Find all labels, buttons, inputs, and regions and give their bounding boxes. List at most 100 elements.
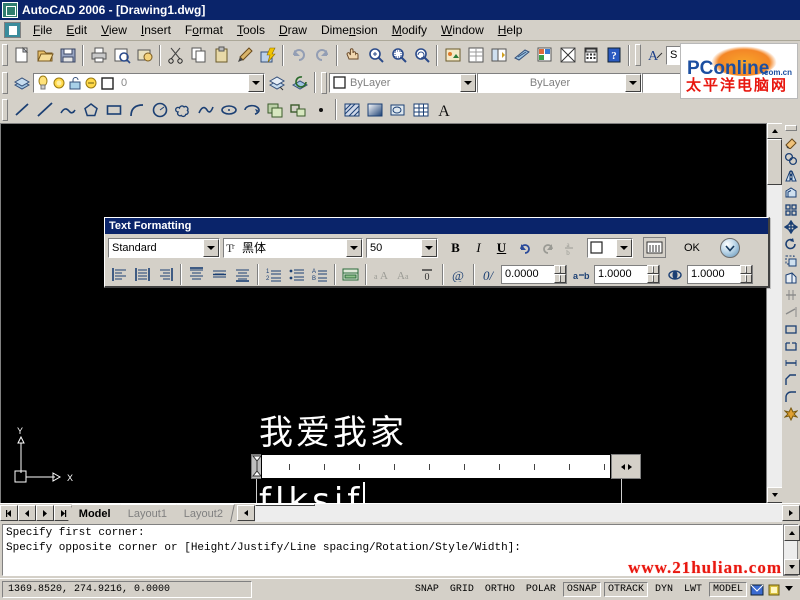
status-toggle-model[interactable]: MODEL	[708, 582, 747, 597]
options-chevron-icon[interactable]	[719, 237, 740, 258]
color-combo[interactable]: ByLayer	[329, 72, 477, 93]
save-icon[interactable]	[56, 44, 79, 66]
italic-button[interactable]: I	[467, 237, 490, 258]
copy-object-icon[interactable]	[783, 150, 800, 167]
properties-icon[interactable]	[464, 44, 487, 66]
ruler-tab-arrows-icon[interactable]	[611, 454, 641, 479]
region-icon[interactable]	[386, 99, 409, 121]
multiline-text-icon[interactable]: A	[432, 99, 455, 121]
document-system-icon[interactable]	[4, 22, 21, 38]
rectangle-icon[interactable]	[102, 99, 125, 121]
revision-cloud-icon[interactable]	[171, 99, 194, 121]
arc-icon[interactable]	[125, 99, 148, 121]
canvas-horizontal-scrollbar[interactable]	[237, 504, 800, 522]
toolbar-grip[interactable]	[2, 71, 8, 94]
text-style-icon[interactable]: A	[643, 44, 666, 66]
zoom-previous-icon[interactable]	[410, 44, 433, 66]
plot-preview-icon[interactable]	[110, 44, 133, 66]
status-toggle-osnap[interactable]: OSNAP	[562, 582, 601, 597]
font-dropdown-arrow[interactable]	[346, 238, 362, 257]
publish-icon[interactable]	[133, 44, 156, 66]
chamfer-icon[interactable]	[783, 371, 800, 388]
point-icon[interactable]	[309, 99, 332, 121]
scroll-right-button[interactable]	[782, 505, 800, 521]
text-style-dropdown-arrow[interactable]	[203, 238, 219, 257]
layer-combo-arrow[interactable]	[248, 73, 264, 92]
toolbar-grip[interactable]	[785, 125, 797, 131]
array-icon[interactable]	[783, 201, 800, 218]
menu-edit[interactable]: Edit	[59, 21, 94, 39]
scroll-down-button[interactable]	[767, 487, 783, 503]
zoom-window-icon[interactable]	[387, 44, 410, 66]
calculator-icon[interactable]	[579, 44, 602, 66]
stack-icon[interactable]: ab	[559, 237, 582, 258]
linetype-combo[interactable]: ByLayer	[477, 72, 642, 93]
first-tab-icon[interactable]	[0, 505, 18, 521]
prev-tab-icon[interactable]	[18, 505, 36, 521]
status-toggle-lwt[interactable]: LWT	[679, 582, 706, 597]
tab-layout1[interactable]: Layout1	[116, 504, 179, 522]
dcadd-icon[interactable]	[441, 44, 464, 66]
status-toggle-grid[interactable]: GRID	[445, 582, 478, 597]
bold-button[interactable]: B	[444, 237, 467, 258]
mirror-icon[interactable]	[783, 167, 800, 184]
hscroll-track[interactable]	[255, 504, 782, 522]
block-editor-icon[interactable]	[256, 44, 279, 66]
status-toggle-ortho[interactable]: ORTHO	[480, 582, 519, 597]
insert-block-icon[interactable]	[263, 99, 286, 121]
cut-icon[interactable]	[164, 44, 187, 66]
scale-icon[interactable]	[783, 252, 800, 269]
lettered-list-icon[interactable]: AB	[308, 264, 331, 285]
tray-expand-icon[interactable]	[784, 583, 794, 597]
command-scrollbar[interactable]	[783, 524, 800, 576]
break-icon[interactable]	[783, 337, 800, 354]
ellipse-arc-icon[interactable]	[240, 99, 263, 121]
hatch-icon[interactable]	[340, 99, 363, 121]
next-tab-icon[interactable]	[36, 505, 54, 521]
new-icon[interactable]	[10, 44, 33, 66]
status-toggle-polar[interactable]: POLAR	[521, 582, 560, 597]
width-factor-icon[interactable]	[664, 264, 687, 285]
stretch-icon[interactable]	[783, 269, 800, 286]
break-at-point-icon[interactable]	[783, 320, 800, 337]
copy-icon[interactable]	[187, 44, 210, 66]
layers-icon[interactable]	[10, 72, 33, 94]
menu-file[interactable]: File	[26, 21, 59, 39]
at-symbol-icon[interactable]: @	[447, 264, 470, 285]
menu-modify[interactable]: Modify	[385, 21, 434, 39]
bulleted-list-icon[interactable]	[285, 264, 308, 285]
ellipse-icon[interactable]	[217, 99, 240, 121]
status-toggle-snap[interactable]: SNAP	[410, 582, 443, 597]
menu-tools[interactable]: Tools	[230, 21, 272, 39]
oblique-angle-icon[interactable]: 0/	[478, 264, 501, 285]
gradient-icon[interactable]	[363, 99, 386, 121]
align-left-icon[interactable]	[185, 264, 208, 285]
oblique-spinner[interactable]	[554, 265, 566, 283]
tracking-field[interactable]: 1.0000	[594, 264, 660, 284]
sheetset-icon[interactable]	[533, 44, 556, 66]
table-icon[interactable]	[409, 99, 432, 121]
ok-button[interactable]: OK	[676, 240, 708, 256]
text-height-dropdown-arrow[interactable]	[421, 238, 437, 257]
layer-previous-icon[interactable]	[288, 72, 311, 94]
align-center-icon[interactable]	[208, 264, 231, 285]
ruler-indent-marker[interactable]	[251, 454, 262, 479]
menu-view[interactable]: View	[94, 21, 134, 39]
paste-icon[interactable]	[210, 44, 233, 66]
polygon-icon[interactable]	[79, 99, 102, 121]
uppercase-icon[interactable]: aA	[370, 264, 393, 285]
menu-draw[interactable]: Draw	[272, 21, 314, 39]
justify-bottom-icon[interactable]	[154, 264, 177, 285]
tab-model[interactable]: Model	[68, 504, 123, 522]
ruler-toggle-icon[interactable]	[643, 237, 666, 258]
undo-icon[interactable]	[287, 44, 310, 66]
tracking-spinner[interactable]	[647, 265, 659, 283]
menu-window[interactable]: Window	[434, 21, 491, 39]
move-icon[interactable]	[783, 218, 800, 235]
linetype-combo-arrow[interactable]	[625, 73, 641, 92]
pan-realtime-icon[interactable]	[341, 44, 364, 66]
scroll-left-button[interactable]	[237, 505, 256, 521]
tracking-icon[interactable]: ab	[571, 264, 594, 285]
tab-layout2[interactable]: Layout2	[173, 504, 236, 522]
match-properties-icon[interactable]	[233, 44, 256, 66]
